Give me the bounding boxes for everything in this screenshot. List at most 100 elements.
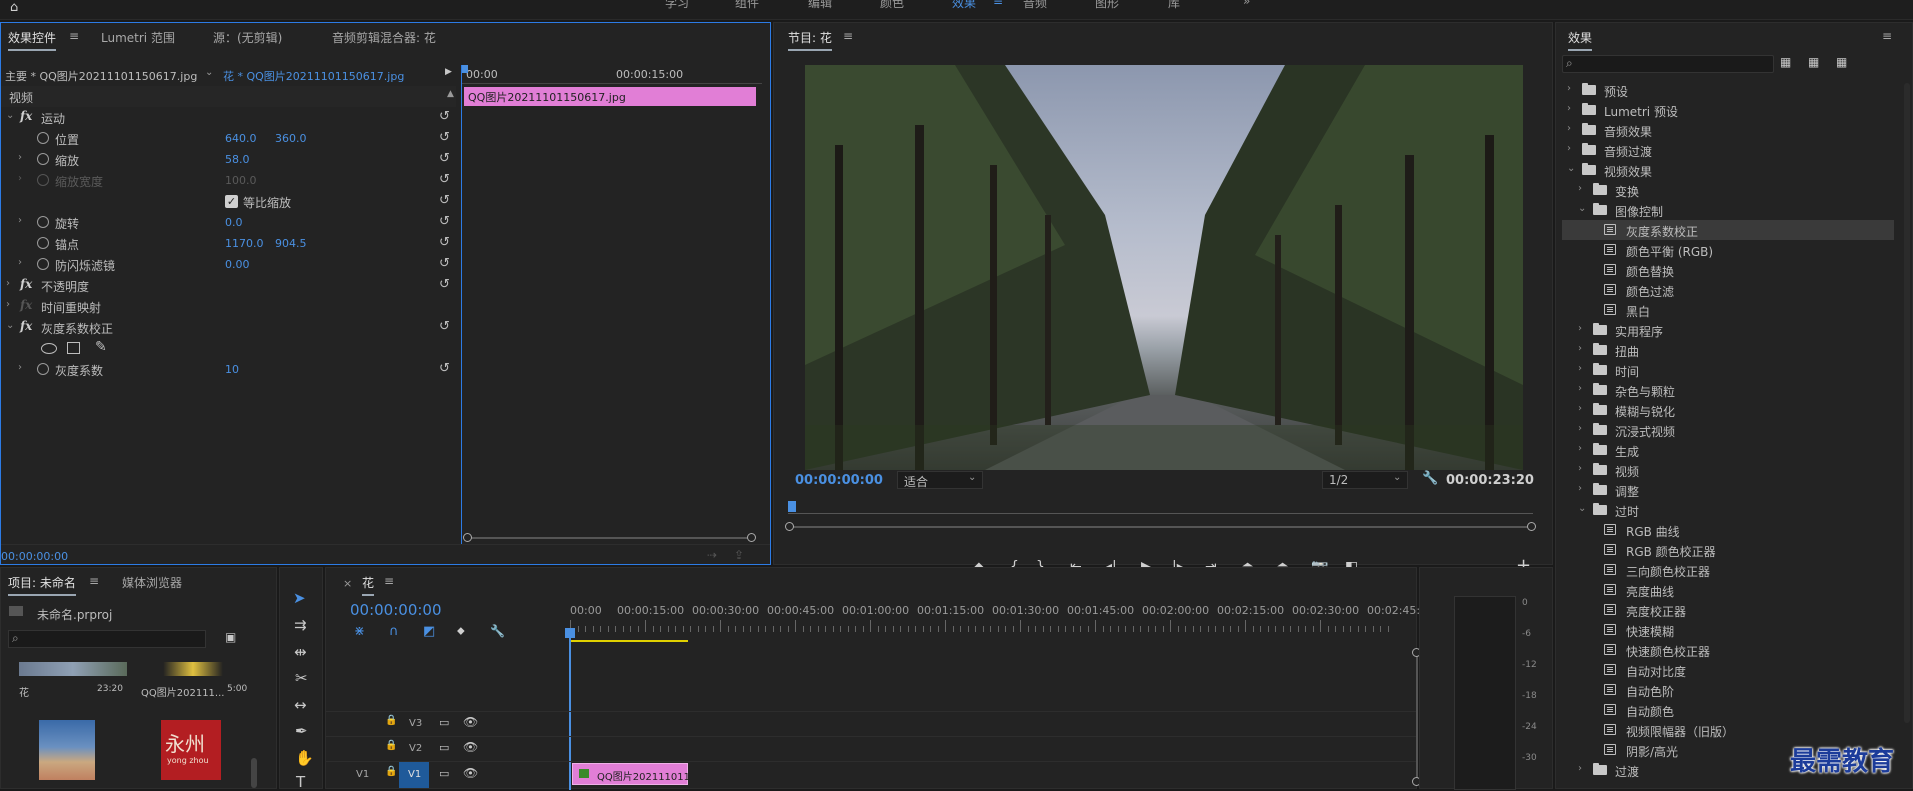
collapsed-arrow-icon[interactable]: › — [1578, 403, 1582, 414]
motion-effect-row[interactable]: ⌄ fx 运动 ↺ — [1, 107, 456, 128]
effects-scrollbar[interactable] — [1904, 83, 1910, 723]
ripple-edit-tool-icon[interactable]: ⇹ — [294, 643, 307, 661]
program-scrubber[interactable] — [785, 501, 1540, 531]
workspace-tab-audio[interactable]: 音频 — [1023, 0, 1047, 11]
effects-item[interactable]: 颜色替换 — [1562, 260, 1894, 280]
resolution-dropdown[interactable]: 1/2 ⌄ — [1322, 471, 1408, 489]
razor-tool-icon[interactable]: ✂ — [295, 669, 308, 687]
effects-folder[interactable]: › 实用程序 — [1562, 320, 1894, 340]
effects-folder[interactable]: › 时间 — [1562, 360, 1894, 380]
reset-icon[interactable]: ↺ — [439, 109, 450, 124]
effects-folder[interactable]: › 音频效果 — [1562, 120, 1894, 140]
timeline-timecode[interactable]: 00:00:00:00 — [350, 601, 442, 619]
effects-panel-title[interactable]: 效果 — [1568, 29, 1593, 51]
workspace-tab-color[interactable]: 颜色 — [880, 0, 904, 11]
timeline-ruler[interactable]: 00:00 00:00:15:00 00:00:30:00 00:00:45:00 00… — [570, 604, 1420, 634]
effects-folder[interactable]: › 音频过渡 — [1562, 140, 1894, 160]
panel-menu-icon[interactable]: ≡ — [69, 29, 79, 43]
track-header-v2[interactable]: 🔒 V2 ▭ 👁 — [326, 737, 566, 761]
project-item[interactable]: 花 23:20 — [9, 662, 129, 712]
reset-icon[interactable]: ↺ — [439, 361, 450, 376]
reset-icon[interactable]: ↺ — [439, 151, 450, 166]
chevron-down-icon[interactable]: ⌄ — [205, 67, 213, 78]
ec-clip-bar[interactable]: QQ图片20211101150617.jpg — [464, 87, 756, 106]
ec-playhead[interactable] — [462, 65, 468, 73]
source-patch-label[interactable]: V1 — [356, 769, 369, 780]
add-marker-icon[interactable]: ◩ — [423, 624, 435, 639]
track-target-v1[interactable]: V1 — [399, 762, 429, 788]
effects-folder[interactable]: › 预设 — [1562, 80, 1894, 100]
sync-lock-icon[interactable]: ▭ — [439, 716, 449, 729]
sync-lock-icon[interactable]: ▭ — [439, 741, 449, 754]
effects-folder[interactable]: › 扭曲 — [1562, 340, 1894, 360]
32bit-effects-icon[interactable]: ▦ — [1808, 55, 1819, 69]
effects-folder[interactable]: ⌄ 图像控制 — [1562, 200, 1894, 220]
project-item[interactable]: QQ图片202111... 5:00 — [133, 662, 253, 712]
scale-value[interactable]: 58.0 — [225, 153, 250, 166]
collapsed-arrow-icon[interactable]: › — [1578, 463, 1582, 474]
project-scrollbar[interactable] — [251, 758, 257, 788]
track-select-tool-icon[interactable]: ⇉ — [294, 616, 307, 634]
effects-item[interactable]: 自动对比度 — [1562, 660, 1894, 680]
effects-item[interactable]: 灰度系数校正 — [1562, 220, 1894, 240]
eye-icon[interactable]: 👁 — [463, 766, 478, 780]
tab-project[interactable]: 项目: 未命名 — [8, 574, 76, 596]
opacity-effect-row[interactable]: › fx 不透明度 ↺ — [1, 275, 456, 296]
collapsed-arrow-icon[interactable]: › — [1567, 83, 1571, 94]
effects-item[interactable]: 自动色阶 — [1562, 680, 1894, 700]
program-video-frame[interactable] — [805, 65, 1523, 470]
fx-icon[interactable]: fx — [20, 319, 32, 333]
master-clip-label[interactable]: 主要 * QQ图片20211101150617.jpg — [5, 68, 197, 84]
sequence-clip-label[interactable]: 花 * QQ图片20211101150617.jpg — [223, 68, 404, 84]
program-monitor-title[interactable]: 节目: 花 — [788, 29, 832, 51]
tab-effect-controls[interactable]: 效果控件 — [8, 29, 57, 51]
effects-folder[interactable]: › 杂色与颗粒 — [1562, 380, 1894, 400]
effects-folder[interactable]: › 变换 — [1562, 180, 1894, 200]
effects-item[interactable]: 快速模糊 — [1562, 620, 1894, 640]
collapsed-arrow-icon[interactable]: › — [18, 362, 22, 373]
snap-icon[interactable]: ⋇ — [354, 624, 365, 639]
sync-lock-icon[interactable]: ▭ — [439, 767, 449, 780]
expanded-arrow-icon[interactable]: ⌄ — [1578, 203, 1586, 214]
tab-lumetri-scopes[interactable]: Lumetri 范围 — [101, 29, 175, 46]
wrench-icon[interactable]: 🔧 — [490, 624, 505, 638]
panel-menu-icon[interactable]: ≡ — [89, 574, 99, 588]
anchor-y-value[interactable]: 904.5 — [275, 237, 307, 250]
stopwatch-icon[interactable] — [37, 153, 49, 165]
play-triangle-icon[interactable]: ▶ — [445, 67, 452, 77]
time-remap-row[interactable]: › fx 时间重映射 — [1, 296, 456, 317]
collapsed-arrow-icon[interactable]: › — [18, 215, 22, 226]
workspace-tab-edit[interactable]: 编辑 — [808, 0, 832, 11]
stopwatch-icon[interactable] — [37, 216, 49, 228]
effects-item[interactable]: 黑白 — [1562, 300, 1894, 320]
collapsed-arrow-icon[interactable]: › — [6, 278, 10, 289]
tab-audio-clip-mixer[interactable]: 音频剪辑混合器: 花 — [332, 29, 436, 46]
expanded-arrow-icon[interactable]: ⌄ — [6, 320, 14, 331]
effects-search-input[interactable]: ⌕ — [1562, 55, 1774, 73]
stopwatch-icon[interactable] — [37, 132, 49, 144]
stopwatch-icon[interactable] — [37, 237, 49, 249]
collapsed-arrow-icon[interactable]: › — [1578, 343, 1582, 354]
type-tool-icon[interactable]: T — [296, 773, 305, 791]
effects-folder[interactable]: › 调整 — [1562, 480, 1894, 500]
gamma-effect-row[interactable]: ⌄ fx 灰度系数校正 ↺ — [1, 317, 456, 338]
collapsed-arrow-icon[interactable]: › — [1578, 483, 1582, 494]
accelerated-effects-icon[interactable]: ▦ — [1780, 55, 1791, 69]
slip-tool-icon[interactable]: ↔ — [294, 696, 307, 714]
track-header-v1[interactable]: V1 🔒 V1 ▭ 👁 — [326, 762, 566, 788]
effects-item[interactable]: RGB 曲线 — [1562, 520, 1894, 540]
collapsed-arrow-icon[interactable]: › — [18, 152, 22, 163]
track-header-v3[interactable]: 🔒 V3 ▭ 👁 — [326, 712, 566, 736]
reset-icon[interactable]: ↺ — [439, 130, 450, 145]
antiflicker-value[interactable]: 0.00 — [225, 258, 250, 271]
effects-item[interactable]: RGB 颜色校正器 — [1562, 540, 1894, 560]
selection-tool-icon[interactable]: ➤ — [293, 589, 306, 607]
rectangle-mask-icon[interactable] — [67, 342, 80, 354]
home-icon[interactable]: ⌂ — [10, 0, 18, 15]
collapsed-arrow-icon[interactable]: › — [1578, 183, 1582, 194]
hand-tool-icon[interactable]: ✋ — [295, 749, 314, 767]
project-search-input[interactable]: ⌕ — [8, 630, 206, 648]
reset-icon[interactable]: ↺ — [439, 172, 450, 187]
filter-icon[interactable]: ⇢ — [707, 548, 717, 562]
stopwatch-icon[interactable] — [37, 258, 49, 270]
